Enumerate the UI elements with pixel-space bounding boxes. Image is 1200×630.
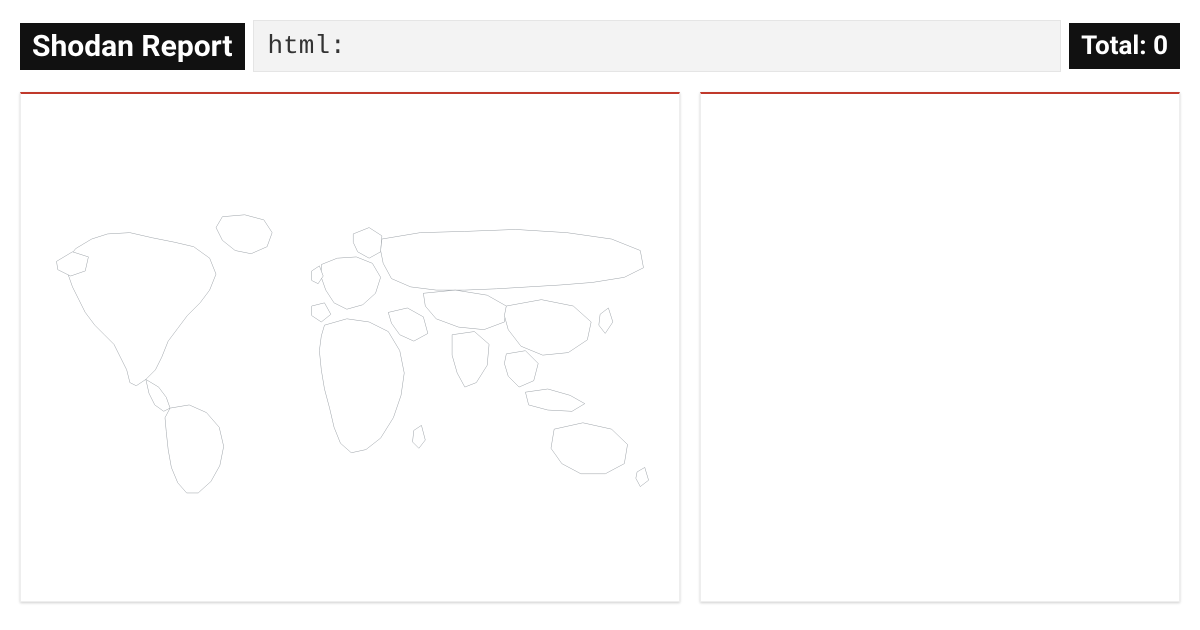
total-badge: Total: 0 — [1069, 23, 1180, 69]
content-area — [0, 92, 1200, 622]
header: Shodan Report Total: 0 — [0, 0, 1200, 92]
search-input[interactable] — [253, 20, 1062, 72]
brand-label: Shodan Report — [20, 23, 245, 70]
results-panel — [700, 92, 1180, 602]
map-panel — [20, 92, 680, 602]
world-map — [31, 188, 669, 507]
